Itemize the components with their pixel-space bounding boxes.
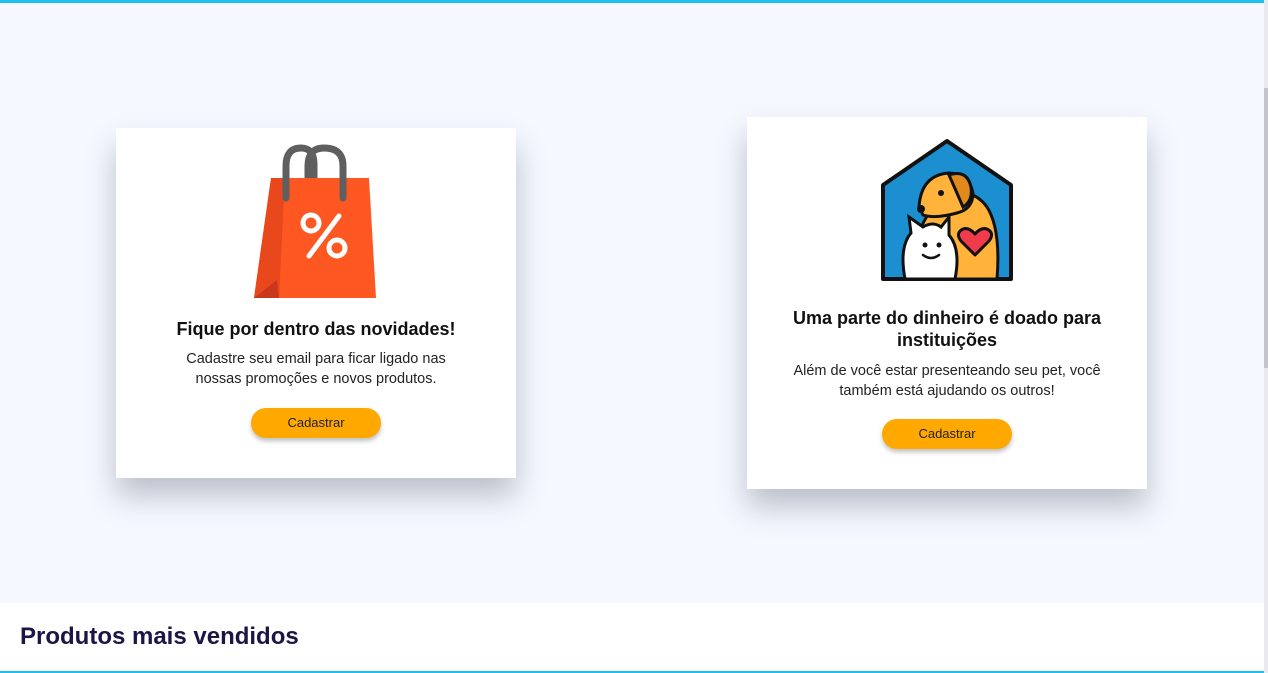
newsletter-card-title: Fique por dentro das novidades! bbox=[176, 319, 456, 339]
newsletter-card-text: Cadastre seu email para ficar ligado nas… bbox=[186, 351, 446, 387]
donation-card-text: Além de você estar presenteando seu pet,… bbox=[793, 363, 1101, 399]
donation-card-title: Uma parte do dinheiro é doado para insti… bbox=[792, 308, 1102, 350]
products-section-title: Produtos mais vendidos bbox=[20, 623, 299, 650]
cadastrar-button[interactable]: Cadastrar bbox=[251, 408, 381, 438]
page-scrollbar[interactable] bbox=[1264, 0, 1268, 673]
donation-card: Uma parte do dinheiro é doado para insti… bbox=[747, 117, 1147, 489]
cadastrar-button[interactable]: Cadastrar bbox=[882, 419, 1012, 449]
newsletter-card: Fique por dentro das novidades! Cadastre… bbox=[116, 128, 516, 478]
scrollbar-thumb[interactable] bbox=[1264, 88, 1268, 368]
shopping-bag-percent-icon bbox=[116, 144, 516, 300]
page: Fique por dentro das novidades! Cadastre… bbox=[0, 0, 1268, 673]
pet-house-heart-icon bbox=[747, 137, 1147, 287]
